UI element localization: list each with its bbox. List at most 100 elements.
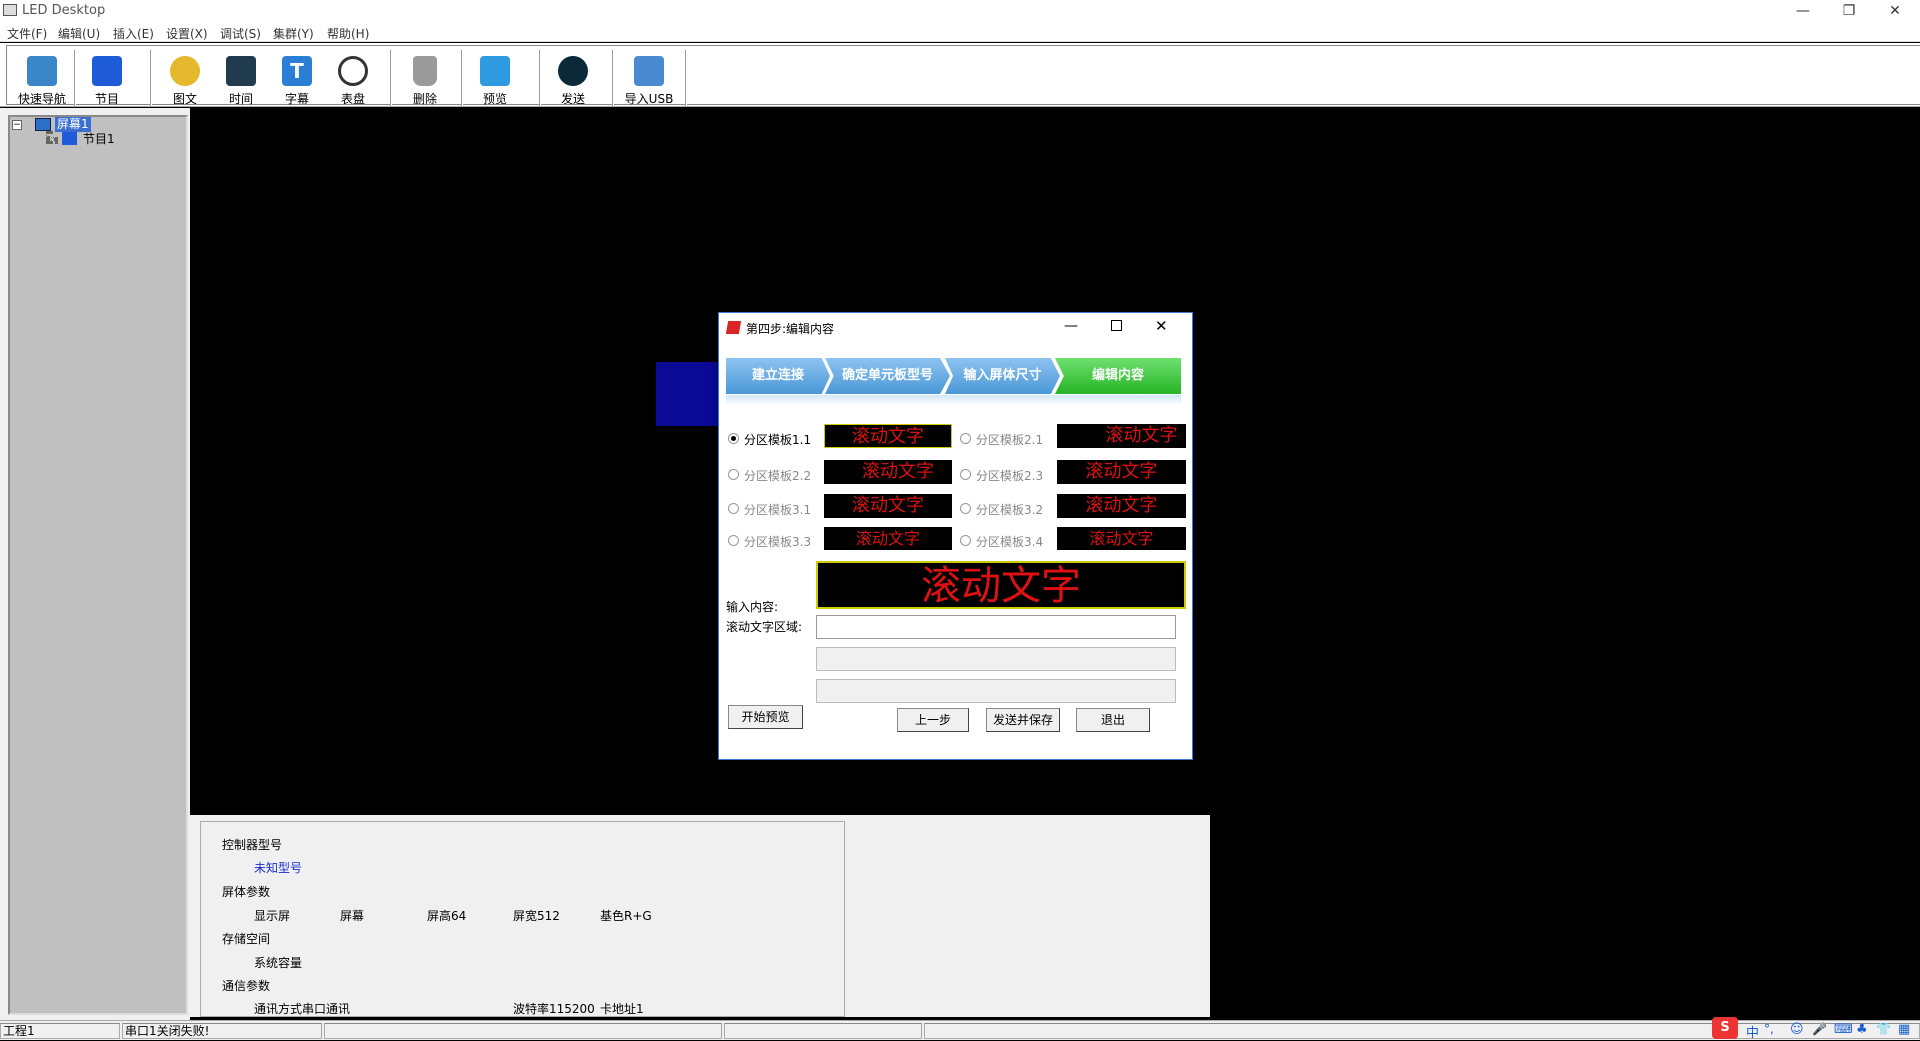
grid-icon[interactable]: ▦ bbox=[1898, 1022, 1910, 1037]
mic-icon[interactable]: 🎤 bbox=[1812, 1022, 1827, 1036]
dialog-minimize-button[interactable]: — bbox=[1064, 318, 1078, 334]
quick-nav-button[interactable]: 快速导航 bbox=[11, 50, 73, 106]
title-bar: LED Desktop — ❐ ✕ bbox=[0, 0, 1920, 22]
tree-connector bbox=[46, 137, 58, 141]
template-preview-3-3[interactable]: 滚动文字 bbox=[824, 527, 952, 550]
toolbar-separator bbox=[612, 50, 614, 106]
sunflower-icon bbox=[170, 56, 200, 86]
sogou-ime-icon[interactable]: S bbox=[1712, 1017, 1738, 1039]
close-button[interactable]: ✕ bbox=[1872, 0, 1918, 22]
info-panel: 控制器型号 未知型号 屏体参数 显示屏 屏幕 屏高64 屏宽512 基色R+G … bbox=[190, 815, 1210, 1017]
template-label-3-1: 分区模板3.1 bbox=[744, 503, 812, 517]
emoji-icon[interactable]: ☺ bbox=[1790, 1022, 1804, 1037]
template-preview-3-4[interactable]: 滚动文字 bbox=[1057, 527, 1186, 550]
menu-help[interactable]: 帮助(H) bbox=[327, 25, 369, 42]
dial-button[interactable]: 表盘 bbox=[325, 50, 381, 106]
wizard-dialog: 第四步:编辑内容 — ✕ 建立连接 确定单元板型号 输入屏体尺寸 编辑内容 分区… bbox=[718, 312, 1193, 760]
ime-chinese-mode[interactable]: 中 bbox=[1746, 1022, 1759, 1041]
controller-value: 未知型号 bbox=[254, 861, 303, 875]
previous-step-button[interactable]: 上一步 bbox=[897, 708, 969, 732]
template-preview-3-2[interactable]: 滚动文字 bbox=[1057, 494, 1186, 518]
step-edit-content: 编辑内容 bbox=[1055, 358, 1181, 394]
subtitle-button[interactable]: T 字幕 bbox=[269, 50, 325, 106]
send-and-save-button[interactable]: 发送并保存 bbox=[986, 708, 1060, 732]
dialog-title-bar: 第四步:编辑内容 — ✕ bbox=[719, 313, 1192, 343]
quick-nav-label: 快速导航 bbox=[17, 92, 66, 106]
image-text-button[interactable]: 图文 bbox=[157, 50, 213, 106]
keyboard-icon[interactable]: ⌨ bbox=[1834, 1022, 1853, 1037]
time-label: 时间 bbox=[228, 92, 253, 106]
menu-edit[interactable]: 编辑(U) bbox=[58, 25, 100, 42]
delete-button[interactable]: 删除 bbox=[397, 50, 453, 106]
toolbar-separator bbox=[461, 50, 463, 106]
canvas-area-block[interactable] bbox=[656, 362, 718, 426]
program-label: 节目 bbox=[94, 92, 119, 106]
restore-button[interactable]: ❐ bbox=[1826, 0, 1872, 22]
template-radio-2-3[interactable] bbox=[960, 469, 971, 480]
steps-shadow bbox=[726, 395, 1181, 405]
template-label-2-3: 分区模板2.3 bbox=[976, 469, 1044, 483]
template-label-1-1: 分区模板1.1 bbox=[744, 433, 812, 447]
scroll-area-label: 滚动文字区域: bbox=[726, 620, 803, 634]
status-project: 工程1 bbox=[0, 1023, 120, 1039]
template-radio-3-1[interactable] bbox=[728, 503, 739, 514]
status-cell-3 bbox=[324, 1023, 722, 1039]
comm-params-heading: 通信参数 bbox=[222, 979, 271, 993]
template-radio-1-1[interactable] bbox=[728, 433, 739, 444]
monitor-icon bbox=[27, 56, 57, 86]
template-radio-3-3[interactable] bbox=[728, 535, 739, 546]
delete-label: 删除 bbox=[412, 92, 437, 106]
time-button[interactable]: 时间 bbox=[213, 50, 269, 106]
template-radio-3-4[interactable] bbox=[960, 535, 971, 546]
menu-debug[interactable]: 调试(S) bbox=[220, 25, 261, 42]
preview-label: 预览 bbox=[482, 92, 507, 106]
menu-insert[interactable]: 插入(E) bbox=[113, 25, 154, 42]
menu-settings[interactable]: 设置(X) bbox=[166, 25, 208, 42]
toolbar-separator bbox=[390, 50, 392, 106]
preview-button[interactable]: 预览 bbox=[467, 50, 523, 106]
template-preview-1-1[interactable]: 滚动文字 bbox=[824, 424, 952, 448]
toolbar: 快速导航 节目 图文 时间 T 字幕 表盘 删除 预览 发送 导入USB bbox=[0, 43, 1920, 107]
template-label-2-2: 分区模板2.2 bbox=[744, 469, 812, 483]
digital-clock-icon bbox=[226, 56, 256, 86]
dialog-close-button[interactable]: ✕ bbox=[1155, 317, 1168, 335]
status-message: 串口1关闭失败! bbox=[122, 1023, 322, 1039]
template-radio-2-2[interactable] bbox=[728, 469, 739, 480]
program-button[interactable]: 节目 bbox=[77, 50, 137, 106]
menu-cluster[interactable]: 集群(Y) bbox=[273, 25, 314, 42]
template-preview-2-3[interactable]: 滚动文字 bbox=[1057, 460, 1186, 484]
base-color: 基色R+G bbox=[600, 909, 652, 923]
controller-heading: 控制器型号 bbox=[222, 838, 283, 852]
comm-mode: 通讯方式串口通讯 bbox=[254, 1002, 351, 1016]
dialog-maximize-button[interactable] bbox=[1111, 320, 1122, 331]
import-usb-button[interactable]: 导入USB bbox=[619, 50, 679, 106]
template-label-3-2: 分区模板3.2 bbox=[976, 503, 1044, 517]
menu-file[interactable]: 文件(F) bbox=[7, 25, 47, 42]
tree-root-screen[interactable]: 屏幕1 bbox=[55, 117, 91, 132]
display-label: 显示屏 bbox=[254, 909, 291, 923]
template-preview-2-2[interactable]: 滚动文字 bbox=[824, 460, 952, 484]
analog-clock-icon bbox=[338, 56, 368, 86]
screen-label: 屏幕 bbox=[340, 909, 365, 923]
skin-icon[interactable]: 👕 bbox=[1876, 1022, 1891, 1036]
screen-params-heading: 屏体参数 bbox=[222, 885, 271, 899]
template-radio-2-1[interactable] bbox=[960, 433, 971, 444]
tools-icon[interactable]: ♣ bbox=[1856, 1022, 1868, 1037]
template-radio-3-2[interactable] bbox=[960, 503, 971, 514]
template-preview-3-1[interactable]: 滚动文字 bbox=[824, 494, 952, 518]
start-preview-button[interactable]: 开始预览 bbox=[728, 705, 803, 729]
toolbar-separator bbox=[150, 50, 152, 106]
minimize-button[interactable]: — bbox=[1780, 0, 1826, 22]
text-input-3[interactable] bbox=[816, 679, 1176, 703]
scroll-text-input[interactable] bbox=[816, 615, 1176, 639]
template-label-3-3: 分区模板3.3 bbox=[744, 535, 812, 549]
ime-punctuation[interactable]: °, bbox=[1764, 1022, 1774, 1036]
menu-bar: 文件(F) 编辑(U) 插入(E) 设置(X) 调试(S) 集群(Y) 帮助(H… bbox=[0, 22, 1920, 42]
exit-button[interactable]: 退出 bbox=[1076, 708, 1150, 732]
storage-heading: 存储空间 bbox=[222, 932, 271, 946]
text-input-2[interactable] bbox=[816, 647, 1176, 671]
template-preview-2-1[interactable]: 滚动文字 bbox=[1057, 424, 1186, 448]
tree-expander[interactable]: − bbox=[12, 120, 22, 130]
tree-item-program[interactable]: 节目1 bbox=[83, 132, 115, 146]
send-button[interactable]: 发送 bbox=[545, 50, 601, 106]
